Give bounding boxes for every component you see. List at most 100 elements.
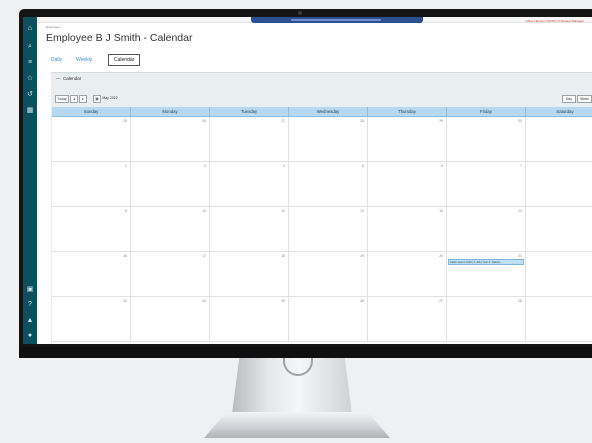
day-cell[interactable]: 7 <box>447 162 526 207</box>
day-header-friday: Friday <box>447 107 526 117</box>
app-screen: ⌂ ⌕ ≡ ☆ ↺ ▦ ▣ ? ▲ ● Chloe Harrison (SOFT… <box>23 17 592 344</box>
day-cell[interactable]: 25 <box>52 117 131 162</box>
date-picker-label[interactable]: May 2022 <box>102 95 118 103</box>
day-number: 19 <box>360 254 364 258</box>
day-number: 4 <box>283 164 285 168</box>
day-number: 27 <box>439 299 443 303</box>
day-number: 6 <box>441 164 443 168</box>
chat-icon[interactable]: ▣ <box>26 286 34 294</box>
day-number: 30 <box>518 119 522 123</box>
day-cell[interactable]: 27 <box>210 117 289 162</box>
day-cell[interactable]: 13 <box>368 207 447 252</box>
day-header-thursday: Thursday <box>368 107 447 117</box>
page-title: Employee B J Smith - Calendar <box>46 32 193 44</box>
breadcrumb[interactable]: Employee › <box>46 25 61 29</box>
day-cell[interactable]: 12 <box>289 207 368 252</box>
day-cell[interactable]: 8 <box>526 162 592 207</box>
day-cell[interactable]: 6 <box>368 162 447 207</box>
collapse-icon[interactable]: — <box>56 76 61 81</box>
month-grid: Sunday Monday Tuesday Wednesday Thursday Frid… <box>52 107 592 344</box>
grid-icon[interactable]: ▦ <box>26 107 34 115</box>
day-cell[interactable]: 2 <box>52 162 131 207</box>
monitor-camera <box>298 11 302 15</box>
day-cell[interactable]: 25 <box>210 297 289 342</box>
day-cell[interactable]: 24 <box>131 297 210 342</box>
day-cell[interactable]: 29 <box>526 297 592 342</box>
day-cell[interactable]: 30 <box>447 117 526 162</box>
day-header-sunday: Sunday <box>52 107 131 117</box>
calendar-icon[interactable]: ▦ <box>93 95 101 103</box>
day-cell[interactable]: 22 <box>526 252 592 297</box>
day-cell[interactable]: 23 <box>52 297 131 342</box>
day-number: 21 <box>518 254 522 258</box>
user-links[interactable]: Chloe Harrison (SOFT) v4 System Manager <box>526 19 584 23</box>
day-number: 14 <box>518 209 522 213</box>
monitor-chin <box>19 347 592 358</box>
day-cell[interactable]: 19 <box>289 252 368 297</box>
day-cell[interactable]: 16 <box>52 252 131 297</box>
day-number: 17 <box>202 254 206 258</box>
prev-button[interactable]: ◂ <box>70 95 78 103</box>
day-cell[interactable]: 26 <box>289 297 368 342</box>
day-cell[interactable]: 5 <box>289 162 368 207</box>
day-number: 3 <box>204 164 206 168</box>
day-number: 7 <box>520 164 522 168</box>
day-cell[interactable]: 10 <box>131 207 210 252</box>
day-cell[interactable]: 21 Labor Hours 8.00 | 1 Job | Sun 1: Stat… <box>447 252 526 297</box>
day-number: 2 <box>125 164 127 168</box>
home-icon[interactable]: ⌂ <box>26 25 34 33</box>
view-switch: Day Week <box>562 95 592 103</box>
day-cell[interactable]: 28 <box>447 297 526 342</box>
day-number: 29 <box>439 119 443 123</box>
calendar-event[interactable]: Labor Hours 8.00 | 1 Job | Sun 1: Status… <box>448 259 524 265</box>
tab-calendar[interactable]: Calendar <box>108 54 141 66</box>
list-icon[interactable]: ≡ <box>26 59 34 67</box>
day-number: 13 <box>439 209 443 213</box>
day-cell[interactable]: 29 <box>368 117 447 162</box>
day-number: 11 <box>281 209 285 213</box>
day-header-wednesday: Wednesday <box>289 107 368 117</box>
day-number: 20 <box>439 254 443 258</box>
day-cell[interactable]: 4 <box>210 162 289 207</box>
day-cell[interactable]: 1 <box>526 117 592 162</box>
day-number: 12 <box>360 209 364 213</box>
day-cell[interactable]: 20 <box>368 252 447 297</box>
history-icon[interactable]: ↺ <box>26 91 34 99</box>
day-cell[interactable]: 26 <box>131 117 210 162</box>
week-view-button[interactable]: Week <box>577 95 592 103</box>
app-top-bar: Chloe Harrison (SOFT) v4 System Manager <box>37 17 592 23</box>
day-cell[interactable]: 27 <box>368 297 447 342</box>
section-header[interactable]: — Calendar <box>51 73 592 85</box>
tab-weekly[interactable]: Weekly <box>76 54 92 66</box>
side-nav-rail: ⌂ ⌕ ≡ ☆ ↺ ▦ ▣ ? ▲ ● <box>23 17 37 344</box>
day-number: 9 <box>125 209 127 213</box>
day-cell[interactable]: 17 <box>131 252 210 297</box>
star-icon[interactable]: ☆ <box>26 75 34 83</box>
day-number: 26 <box>360 299 364 303</box>
bell-icon[interactable]: ▲ <box>26 317 34 325</box>
search-icon[interactable]: ⌕ <box>26 43 34 51</box>
day-cell[interactable]: 9 <box>52 207 131 252</box>
day-cell[interactable]: 18 <box>210 252 289 297</box>
section-title: Calendar <box>63 76 82 81</box>
day-header-saturday: Saturday <box>526 107 592 117</box>
day-cell[interactable]: 11 <box>210 207 289 252</box>
day-number: 10 <box>202 209 206 213</box>
day-number: 26 <box>202 119 206 123</box>
day-number: 5 <box>362 164 364 168</box>
today-button[interactable]: Today <box>55 95 69 103</box>
day-number: 25 <box>281 299 285 303</box>
address-bar[interactable] <box>251 17 423 23</box>
help-icon[interactable]: ? <box>26 301 34 309</box>
day-cell[interactable]: 14 <box>447 207 526 252</box>
day-cell[interactable]: 15 <box>526 207 592 252</box>
tab-daily[interactable]: Daily <box>51 54 62 66</box>
day-number: 18 <box>281 254 285 258</box>
user-icon[interactable]: ● <box>26 332 34 340</box>
day-header-monday: Monday <box>131 107 210 117</box>
day-header-tuesday: Tuesday <box>210 107 289 117</box>
day-cell[interactable]: 3 <box>131 162 210 207</box>
next-button[interactable]: ▸ <box>79 95 87 103</box>
day-view-button[interactable]: Day <box>562 95 576 103</box>
day-cell[interactable]: 28 <box>289 117 368 162</box>
